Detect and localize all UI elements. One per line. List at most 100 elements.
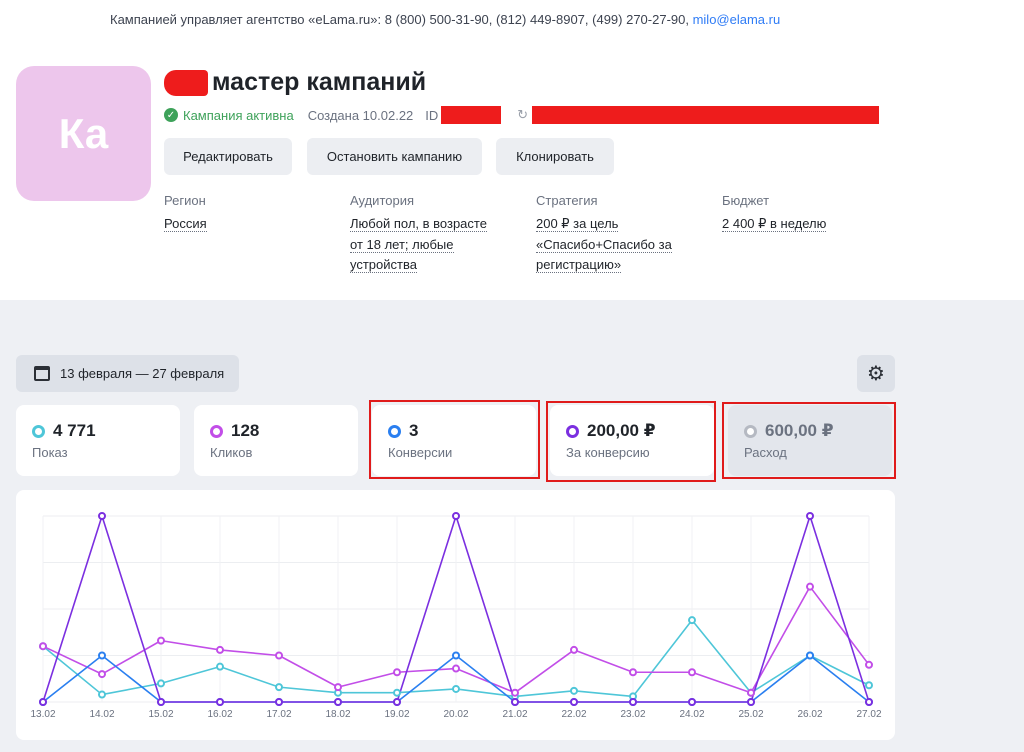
data-point[interactable] bbox=[393, 698, 401, 706]
data-point[interactable] bbox=[334, 698, 342, 706]
x-tick-label: 15.02 bbox=[148, 709, 173, 720]
x-tick-label: 25.02 bbox=[738, 709, 763, 720]
data-point[interactable] bbox=[806, 582, 814, 591]
data-point[interactable] bbox=[629, 698, 637, 706]
redacted-id bbox=[441, 106, 502, 124]
x-tick-label: 16.02 bbox=[207, 709, 232, 720]
data-point[interactable] bbox=[157, 636, 165, 645]
data-point[interactable] bbox=[570, 698, 578, 706]
data-point[interactable] bbox=[98, 670, 106, 679]
data-point[interactable] bbox=[747, 688, 755, 697]
agency-contact-text: Кампанией управляет агентство «eLama.ru»… bbox=[110, 12, 693, 27]
data-point[interactable] bbox=[570, 686, 578, 695]
x-tick-label: 14.02 bbox=[89, 709, 114, 720]
metric-impressions[interactable]: 4 771 Показ bbox=[16, 405, 180, 476]
link-icon[interactable]: ↻ bbox=[517, 107, 528, 123]
campaign-avatar: Ка bbox=[16, 66, 151, 201]
data-point[interactable] bbox=[865, 660, 873, 669]
data-point[interactable] bbox=[98, 690, 106, 699]
audience-line-3: устройства bbox=[350, 257, 417, 273]
check-icon: ✓ bbox=[164, 108, 178, 122]
data-point[interactable] bbox=[39, 698, 47, 706]
impressions-dot-icon bbox=[32, 424, 45, 438]
region-value: Россия bbox=[164, 216, 207, 232]
data-point[interactable] bbox=[865, 698, 873, 706]
highlight-cost-per-conversion bbox=[546, 401, 716, 482]
data-point[interactable] bbox=[688, 698, 696, 706]
highlight-conversions bbox=[369, 400, 540, 479]
data-point[interactable] bbox=[452, 664, 460, 673]
data-point[interactable] bbox=[98, 512, 106, 520]
stop-campaign-button[interactable]: Остановить кампанию bbox=[307, 138, 482, 175]
clicks-label: Кликов bbox=[210, 445, 253, 460]
date-range-button[interactable]: 13 февраля — 27 февраля bbox=[16, 355, 239, 392]
data-point[interactable] bbox=[688, 668, 696, 677]
calendar-icon bbox=[34, 366, 50, 381]
strategy-label: Стратегия bbox=[536, 193, 598, 208]
data-point[interactable] bbox=[452, 512, 460, 520]
campaign-meta: ✓ Кампания активна Создана 10.02.22 ID ↻ bbox=[164, 106, 880, 124]
data-point[interactable] bbox=[393, 688, 401, 697]
status-text: Кампания активна bbox=[183, 107, 294, 123]
agency-email-link[interactable]: milo@elama.ru bbox=[693, 12, 781, 27]
data-point[interactable] bbox=[511, 698, 519, 706]
edit-button[interactable]: Редактировать bbox=[164, 138, 292, 175]
x-tick-label: 23.02 bbox=[620, 709, 645, 720]
audience-line-2: от 18 лет; любые bbox=[350, 236, 454, 253]
campaign-id-label: ID bbox=[425, 107, 439, 123]
data-point[interactable] bbox=[39, 642, 47, 651]
data-point[interactable] bbox=[216, 698, 224, 706]
data-point[interactable] bbox=[806, 512, 814, 520]
metric-clicks[interactable]: 128 Кликов bbox=[194, 405, 358, 476]
clicks-value: 128 bbox=[231, 421, 260, 440]
x-tick-label: 21.02 bbox=[502, 709, 527, 720]
stats-chart: 13.02 14.02 15.02 16.02 17.02 18.02 19.02 20.02… bbox=[16, 490, 895, 740]
clone-button[interactable]: Клонировать bbox=[496, 138, 614, 175]
data-point[interactable] bbox=[216, 645, 224, 654]
data-point[interactable] bbox=[452, 651, 460, 660]
data-point[interactable] bbox=[806, 651, 814, 660]
data-point[interactable] bbox=[275, 683, 283, 692]
campaign-title-row: мастер кампаний bbox=[164, 68, 426, 97]
highlight-spend bbox=[722, 402, 896, 479]
strategy-line-3: регистрацию» bbox=[536, 257, 622, 273]
x-tick-label: 20.02 bbox=[443, 709, 468, 720]
x-tick-label: 27.02 bbox=[856, 709, 881, 720]
created-date: Создана 10.02.22 bbox=[307, 107, 414, 123]
impressions-label: Показ bbox=[32, 445, 68, 460]
settings-button[interactable]: ⚙ bbox=[857, 355, 895, 392]
info-budget: Бюджет 2 400 ₽ в неделю bbox=[722, 193, 827, 235]
budget-label: Бюджет bbox=[722, 193, 770, 208]
redacted-link bbox=[532, 106, 880, 124]
info-audience: Аудитория Любой пол, в возрасте от 18 ле… bbox=[350, 193, 487, 276]
info-region: Регион Россия bbox=[164, 193, 207, 235]
region-label: Регион bbox=[164, 193, 206, 208]
strategy-line-1: 200 ₽ за цель bbox=[536, 216, 619, 232]
audience-line-1: Любой пол, в возрасте bbox=[350, 216, 487, 232]
status-badge: ✓ Кампания активна bbox=[164, 108, 294, 123]
data-point[interactable] bbox=[452, 684, 460, 693]
agency-banner: Кампанией управляет агентство «eLama.ru»… bbox=[0, 0, 1024, 40]
data-point[interactable] bbox=[157, 679, 165, 688]
data-point[interactable] bbox=[570, 645, 578, 654]
data-point[interactable] bbox=[747, 698, 755, 706]
data-point[interactable] bbox=[865, 681, 873, 690]
data-point[interactable] bbox=[334, 683, 342, 692]
strategy-line-2: «Спасибо+Спасибо за bbox=[536, 236, 672, 253]
data-point[interactable] bbox=[511, 688, 519, 697]
data-point[interactable] bbox=[98, 651, 106, 660]
data-point[interactable] bbox=[216, 662, 224, 671]
data-point[interactable] bbox=[688, 616, 696, 625]
info-strategy: Стратегия 200 ₽ за цель «Спасибо+Спасибо… bbox=[536, 193, 672, 276]
data-point[interactable] bbox=[275, 698, 283, 706]
data-point[interactable] bbox=[393, 668, 401, 677]
gear-icon: ⚙ bbox=[867, 363, 885, 385]
data-point[interactable] bbox=[157, 698, 165, 706]
budget-value: 2 400 ₽ в неделю bbox=[722, 216, 827, 232]
data-point[interactable] bbox=[275, 651, 283, 660]
data-point[interactable] bbox=[629, 668, 637, 677]
date-range-label: 13 февраля — 27 февраля bbox=[60, 366, 225, 381]
clicks-dot-icon bbox=[210, 424, 223, 438]
impressions-value: 4 771 bbox=[53, 421, 96, 440]
x-tick-label: 22.02 bbox=[561, 709, 586, 720]
